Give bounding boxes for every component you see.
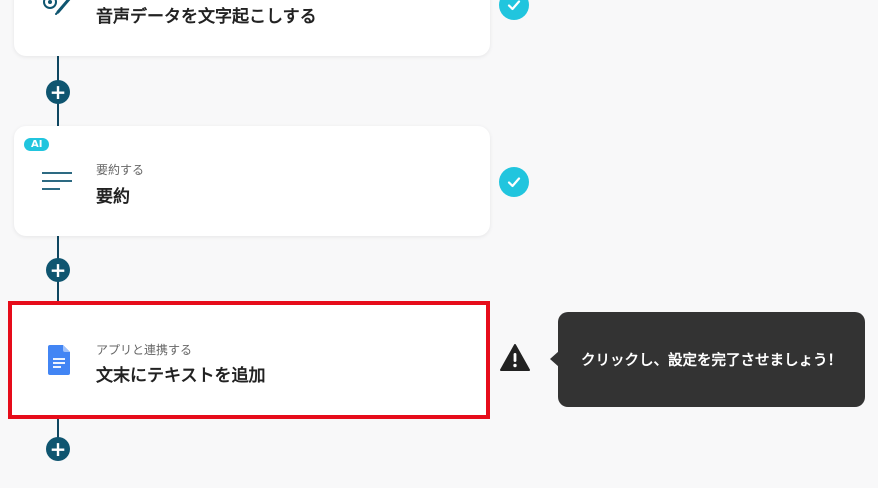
step-card-transcribe[interactable]: 音声データを文字起こしする: [14, 0, 490, 56]
step-title: 文末にテキストを追加: [96, 366, 266, 386]
step-card-append-text[interactable]: アプリと連携する 文末にテキストを追加: [8, 301, 490, 419]
add-step-button[interactable]: +: [46, 258, 70, 282]
add-step-button[interactable]: +: [46, 437, 70, 461]
summary-lines-icon: [42, 171, 74, 197]
step-title: 要約: [96, 187, 130, 207]
step-subtitle: アプリと連携する: [96, 343, 193, 357]
step-subtitle: 要約する: [96, 163, 145, 177]
warning-icon: [499, 343, 531, 377]
step-card-summary[interactable]: AI 要約する 要約: [14, 126, 490, 236]
check-icon: [499, 167, 529, 197]
step-title: 音声データを文字起こしする: [96, 7, 317, 27]
check-icon: [499, 0, 529, 20]
tooltip-text: クリックし、設定を完了させましょう！: [581, 353, 842, 369]
transcribe-icon: [40, 0, 76, 22]
ai-badge: AI: [24, 138, 50, 151]
google-docs-icon: [48, 345, 70, 379]
setup-tooltip: クリックし、設定を完了させましょう！: [558, 312, 865, 407]
add-step-button[interactable]: +: [46, 80, 70, 104]
